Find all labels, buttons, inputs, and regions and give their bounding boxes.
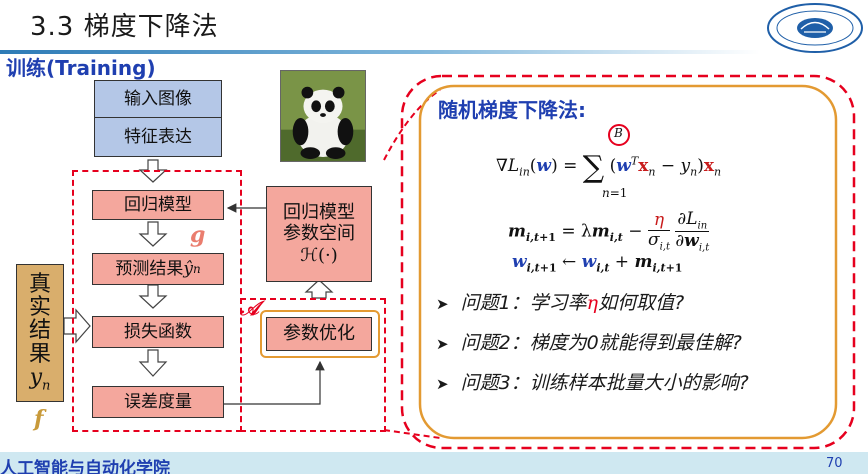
- question-1-eta: η: [586, 292, 599, 314]
- slide: 3.3 梯度下降法 训练(Training) 输入图像 特征表达 回归模型 预测…: [0, 0, 868, 474]
- bullet-arrow-icon: ➤: [436, 375, 449, 393]
- question-3-text: 问题3：训练样本批量大小的影响?: [460, 372, 749, 394]
- page-number: 70: [826, 456, 843, 471]
- question-3: ➤ 问题3：训练样本批量大小的影响?: [436, 368, 749, 395]
- footer-school: 人工智能与自动化学院: [0, 459, 170, 474]
- gradient-formula: ∇Lin(w) = ∑ (wTxn − yn)xn: [496, 150, 722, 185]
- sgd-title: 随机梯度下降法:: [438, 98, 586, 122]
- question-2-text: 问题2：梯度为0就能得到最佳解?: [460, 332, 742, 354]
- sum-lower-limit: n=1: [602, 186, 628, 200]
- question-1-text: 问题1：学习率: [460, 292, 587, 314]
- batch-symbol: B: [614, 126, 623, 140]
- question-1-tail: 如何取值?: [598, 292, 685, 314]
- bullet-arrow-icon: ➤: [436, 335, 449, 353]
- bullet-arrow-icon: ➤: [436, 295, 449, 313]
- momentum-formula: mi,t+1 = λmi,t − η σi,t ∂Lin ∂wi,t: [508, 209, 710, 254]
- update-formula: wi,t+1 ← wi,t + mi,t+1: [512, 252, 683, 275]
- sgd-panel-frame: [400, 74, 856, 450]
- question-2: ➤ 问题2：梯度为0就能得到最佳解?: [436, 328, 742, 355]
- question-1: ➤ 问题1：学习率η如何取值?: [436, 288, 684, 315]
